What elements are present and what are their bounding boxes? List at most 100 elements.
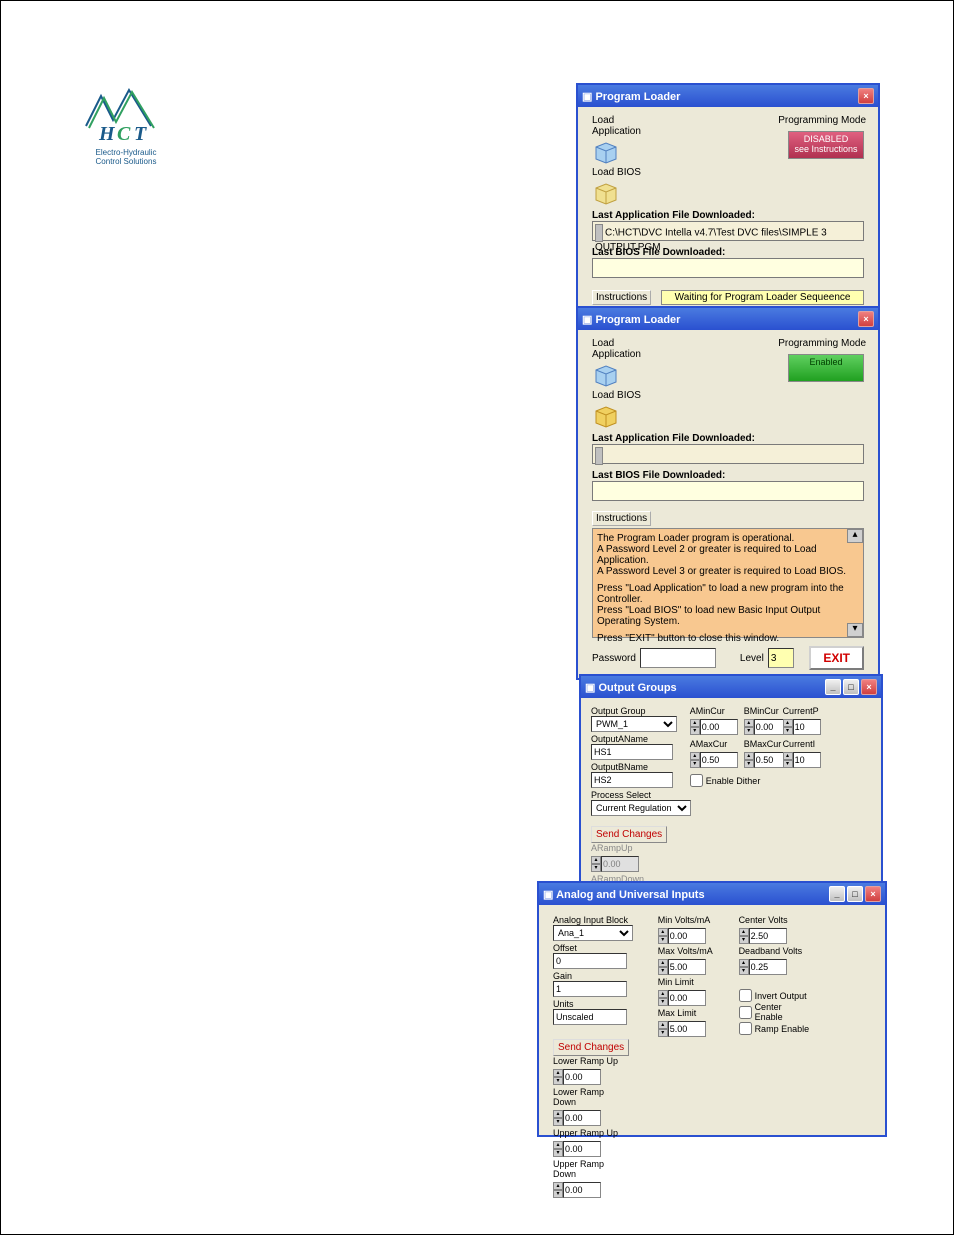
load-bios-icon[interactable] (592, 180, 618, 206)
load-bios-icon[interactable] (592, 403, 618, 429)
level-label: Level (740, 653, 764, 664)
upper-ramp-up-spinner[interactable]: ▴▾ (553, 1141, 601, 1157)
title: Analog and Universal Inputs (556, 889, 705, 901)
send-changes-button[interactable]: Send Changes (591, 826, 667, 843)
close-button[interactable]: × (858, 88, 874, 104)
title: Program Loader (595, 91, 680, 103)
titlebar[interactable]: ▣ Program Loader × (578, 85, 878, 107)
programming-mode-label: Programming Mode (778, 115, 866, 126)
load-bios-label: Load BIOS (592, 390, 864, 401)
close-button[interactable]: × (865, 886, 881, 902)
units-input[interactable] (553, 1009, 627, 1025)
center-enable-checkbox[interactable]: Center Enable (739, 1002, 811, 1022)
enable-dither-checkbox[interactable]: Enable Dither (690, 774, 780, 787)
upper-ramp-down-spinner[interactable]: ▴▾ (553, 1182, 601, 1198)
output-b-name-label: OutputBName (591, 762, 681, 772)
logo-text: Electro-Hydraulic Control Solutions (81, 148, 171, 166)
offset-input[interactable] (553, 953, 627, 969)
amaxcur-label: AMaxCur (690, 739, 738, 749)
units-label: Units (553, 999, 637, 1009)
upper-ramp-up-label: Upper Ramp Up (553, 1128, 623, 1138)
center-volts-label: Center Volts (739, 915, 811, 925)
max-limit-spinner[interactable]: ▴▾ (658, 1021, 706, 1037)
programming-mode-label: Programming Mode (778, 338, 866, 349)
minimize-button[interactable]: _ (825, 679, 841, 695)
output-group-select[interactable]: PWM_1 (591, 716, 677, 732)
titlebar[interactable]: ▣ Output Groups _ □ × (581, 676, 881, 698)
send-changes-button[interactable]: Send Changes (553, 1039, 629, 1056)
last-app-file-field: C:\HCT\DVC Intella v4.7\Test DVC files\S… (592, 221, 864, 241)
min-volts-spinner[interactable]: ▴▾ (658, 928, 706, 944)
titlebar[interactable]: ▣ Analog and Universal Inputs _ □ × (539, 883, 885, 905)
analog-block-select[interactable]: Ana_1 (553, 925, 633, 941)
maximize-button[interactable]: □ (843, 679, 859, 695)
amincur-spinner[interactable]: ▴▾ (690, 719, 738, 735)
output-group-label: Output Group (591, 706, 681, 716)
upper-ramp-down-label: Upper Ramp Down (553, 1159, 623, 1179)
last-bios-file-title: Last BIOS File Downloaded: (592, 470, 864, 481)
analog-block-label: Analog Input Block (553, 915, 637, 925)
instructions-button[interactable]: Instructions (592, 511, 651, 526)
currentp-spinner[interactable]: ▴▾ (783, 719, 821, 735)
arampup-label: ARampUp (591, 843, 641, 853)
load-bios-label: Load BIOS (592, 167, 864, 178)
maximize-button[interactable]: □ (847, 886, 863, 902)
amaxcur-spinner[interactable]: ▴▾ (690, 752, 738, 768)
invert-output-checkbox[interactable]: Invert Output (739, 989, 811, 1002)
currenti-label: CurrentI (783, 739, 823, 749)
lower-ramp-up-label: Lower Ramp Up (553, 1056, 623, 1066)
min-limit-spinner[interactable]: ▴▾ (658, 990, 706, 1006)
password-label: Password (592, 653, 636, 664)
programming-mode-disabled: DISABLED see Instructions (788, 131, 864, 159)
programming-mode-enabled: Enabled (788, 354, 864, 382)
currenti-spinner[interactable]: ▴▾ (783, 752, 821, 768)
title: Output Groups (598, 682, 676, 694)
output-a-name-input[interactable] (591, 744, 673, 760)
last-app-file-title: Last Application File Downloaded: (592, 433, 864, 444)
output-a-name-label: OutputAName (591, 734, 681, 744)
exit-button[interactable]: EXIT (809, 646, 864, 670)
titlebar[interactable]: ▣ Program Loader × (578, 308, 878, 330)
password-input[interactable] (640, 648, 716, 668)
close-button[interactable]: × (861, 679, 877, 695)
max-limit-label: Max Limit (658, 1008, 718, 1018)
app-icon: ▣ (582, 314, 592, 326)
svg-text:T: T (134, 123, 147, 145)
center-volts-spinner[interactable]: ▴▾ (739, 928, 787, 944)
load-application-icon[interactable] (592, 139, 618, 165)
deadband-volts-spinner[interactable]: ▴▾ (739, 959, 787, 975)
output-b-name-input[interactable] (591, 772, 673, 788)
gain-input[interactable] (553, 981, 627, 997)
lower-ramp-down-spinner[interactable]: ▴▾ (553, 1110, 601, 1126)
window-analog-inputs: ▣ Analog and Universal Inputs _ □ × Anal… (537, 881, 887, 1137)
min-volts-label: Min Volts/mA (658, 915, 718, 925)
min-limit-label: Min Limit (658, 977, 718, 987)
gain-label: Gain (553, 971, 637, 981)
instructions-button[interactable]: Instructions (592, 290, 651, 305)
minimize-button[interactable]: _ (829, 886, 845, 902)
offset-label: Offset (553, 943, 637, 953)
scroll-down-icon[interactable]: ▾ (847, 623, 863, 637)
last-bios-file-field (592, 481, 864, 501)
process-select[interactable]: Current Regulation (591, 800, 691, 816)
last-bios-file-field (592, 258, 864, 278)
max-volts-label: Max Volts/mA (658, 946, 718, 956)
svg-text:H: H (98, 123, 116, 145)
app-icon: ▣ (543, 889, 553, 901)
lower-ramp-down-label: Lower Ramp Down (553, 1087, 623, 1107)
window-program-loader-1: ▣ Program Loader × Programming Mode DISA… (576, 83, 880, 315)
svg-text:C: C (117, 123, 131, 145)
level-field (768, 648, 794, 668)
amincur-label: AMinCur (690, 706, 738, 716)
load-application-icon[interactable] (592, 362, 618, 388)
status-text: Waiting for Program Loader Sequeence (661, 290, 864, 305)
close-button[interactable]: × (858, 311, 874, 327)
deadband-volts-label: Deadband Volts (739, 946, 811, 956)
max-volts-spinner[interactable]: ▴▾ (658, 959, 706, 975)
window-program-loader-2: ▣ Program Loader × Programming Mode Enab… (576, 306, 880, 680)
lower-ramp-up-spinner[interactable]: ▴▾ (553, 1069, 601, 1085)
currentp-label: CurrentP (783, 706, 823, 716)
logo: H C T Electro-Hydraulic Control Solution… (81, 86, 171, 166)
scroll-up-icon[interactable]: ▴ (847, 529, 863, 543)
ramp-enable-checkbox[interactable]: Ramp Enable (739, 1022, 811, 1035)
